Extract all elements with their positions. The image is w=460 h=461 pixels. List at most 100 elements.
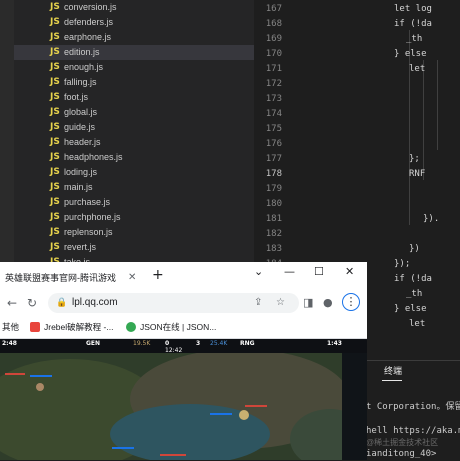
maximize-button[interactable]: ☐ xyxy=(314,265,324,279)
file-item[interactable]: JS main.js xyxy=(14,180,254,195)
file-name: conversion.js xyxy=(64,2,117,12)
file-item[interactable]: JS header.js xyxy=(14,135,254,150)
code-line[interactable]: let xyxy=(409,62,425,77)
browser-tab[interactable]: 英雄联盟赛事官网-腾讯游戏 ✕ xyxy=(0,266,144,291)
tab-strip: 英雄联盟赛事官网-腾讯游戏 ✕ + ⌄ — ☐ ✕ xyxy=(0,262,367,291)
file-item[interactable]: JS edition.js xyxy=(14,45,254,60)
js-file-icon: JS xyxy=(50,227,60,237)
profile-icon[interactable]: ● xyxy=(323,296,333,310)
bookmark-json[interactable]: JSON在线 | JSON... xyxy=(140,321,216,333)
line-number: 170 xyxy=(265,49,282,59)
browser-window[interactable]: 英雄联盟赛事官网-腾讯游戏 ✕ + ⌄ — ☐ ✕ ← ↻ 🔒 lpl.qq.c… xyxy=(0,262,367,460)
file-name: guide.js xyxy=(64,122,96,132)
url-text[interactable]: lpl.qq.com xyxy=(72,297,118,309)
line-number: 175 xyxy=(265,124,282,134)
file-item[interactable]: JS purchase.js xyxy=(14,195,254,210)
close-window-button[interactable]: ✕ xyxy=(345,265,354,279)
file-item[interactable]: JS replenson.js xyxy=(14,225,254,240)
team-right-name: RNG xyxy=(240,340,255,347)
file-item[interactable]: JS headphones.js xyxy=(14,150,254,165)
line-number: 174 xyxy=(265,109,282,119)
indent-guide xyxy=(423,60,424,180)
js-file-icon: JS xyxy=(50,122,60,132)
line-number: 167 xyxy=(265,4,282,14)
bookmark-star-icon[interactable]: ☆ xyxy=(276,296,285,310)
back-icon[interactable]: ← xyxy=(7,295,17,311)
file-name: global.js xyxy=(64,107,98,117)
watermark: @稀土掘金技术社区 xyxy=(366,438,439,447)
bookmark-jrebel[interactable]: Jrebel破解教程 -... xyxy=(44,321,113,333)
file-name: purchphone.js xyxy=(64,212,121,222)
team-right-gold: 25.4K xyxy=(210,340,228,347)
bookmark-favicon xyxy=(126,322,136,332)
file-item[interactable]: JS purchphone.js xyxy=(14,210,254,225)
js-file-icon: JS xyxy=(50,17,60,27)
js-file-icon: JS xyxy=(50,32,60,42)
js-file-icon: JS xyxy=(50,137,60,147)
game-broadcast-scene[interactable] xyxy=(0,339,367,460)
code-line[interactable]: } else xyxy=(394,302,427,317)
terminal-line: hell https://aka.ms/ xyxy=(366,426,460,436)
side-panel-icon[interactable]: ◨ xyxy=(303,296,313,310)
minimize-button[interactable]: — xyxy=(284,265,295,279)
file-name: foot.js xyxy=(64,92,89,102)
file-name: headphones.js xyxy=(64,152,123,162)
line-number: 169 xyxy=(265,34,282,44)
file-name: take.js xyxy=(64,257,91,262)
file-name: header.js xyxy=(64,137,101,147)
file-item[interactable]: JS loding.js xyxy=(14,165,254,180)
file-item[interactable]: JS revert.js xyxy=(14,240,254,255)
kebab-menu-icon[interactable]: ⋮ xyxy=(342,293,360,311)
file-explorer: JS conversion.js JS defenders.js JS earphone.… xyxy=(14,0,254,262)
broadcast-time-left: 2:48 xyxy=(2,340,17,347)
activity-bar xyxy=(0,0,14,262)
file-item[interactable]: JS falling.js xyxy=(14,75,254,90)
file-name: purchase.js xyxy=(64,197,111,207)
close-tab-icon[interactable]: ✕ xyxy=(128,272,136,284)
file-item[interactable]: JS enough.js xyxy=(14,60,254,75)
active-tab-indicator xyxy=(382,380,402,381)
reload-icon[interactable]: ↻ xyxy=(27,295,37,311)
js-file-icon: JS xyxy=(50,197,60,207)
tab-terminal[interactable]: 终端 xyxy=(384,365,402,377)
file-item[interactable]: JS guide.js xyxy=(14,120,254,135)
code-line[interactable]: }). xyxy=(423,212,439,227)
team-left-gold: 19.5K xyxy=(133,340,151,347)
js-file-icon: JS xyxy=(50,2,60,12)
share-icon[interactable]: ⇪ xyxy=(254,296,262,310)
code-line[interactable]: }; xyxy=(409,152,420,167)
address-bar[interactable]: 🔒 lpl.qq.com ⇪ ☆ xyxy=(48,293,299,313)
file-item[interactable]: JS conversion.js xyxy=(14,0,254,15)
file-item[interactable]: JS take.js xyxy=(14,255,254,262)
lock-icon[interactable]: 🔒 xyxy=(56,297,67,309)
file-item[interactable]: JS global.js xyxy=(14,105,254,120)
browser-toolbar: ← ↻ 🔒 lpl.qq.com ⇪ ☆ ◨ ● ⋮ xyxy=(0,291,367,318)
js-file-icon: JS xyxy=(50,47,60,57)
file-name: enough.js xyxy=(64,62,104,72)
code-line[interactable]: _th xyxy=(406,287,422,302)
code-line[interactable]: RNF xyxy=(409,167,425,182)
file-item[interactable]: JS earphone.js xyxy=(14,30,254,45)
js-file-icon: JS xyxy=(50,182,60,192)
line-number: 182 xyxy=(265,229,282,239)
file-name: edition.js xyxy=(64,47,100,57)
code-line[interactable]: let xyxy=(409,317,425,332)
js-file-icon: JS xyxy=(50,77,60,87)
code-line[interactable]: }) xyxy=(409,242,420,257)
code-line[interactable]: _th xyxy=(406,32,422,47)
code-line[interactable]: } else xyxy=(394,47,427,62)
page-viewport[interactable]: 2:48 GEN 19.5K 0 3 25.4K RNG 12:42 1:43 xyxy=(0,339,367,460)
new-tab-button[interactable]: + xyxy=(152,267,164,283)
chevron-down-icon[interactable]: ⌄ xyxy=(254,265,263,279)
bookmark-other[interactable]: 其他 xyxy=(2,321,19,333)
team-left-name: GEN xyxy=(86,340,101,347)
code-line[interactable]: let log xyxy=(394,2,432,17)
file-item[interactable]: JS foot.js xyxy=(14,90,254,105)
code-line[interactable]: if (!da xyxy=(394,17,432,32)
line-number: 173 xyxy=(265,94,282,104)
file-name: revert.js xyxy=(64,242,97,252)
line-number: 178 xyxy=(265,169,282,179)
code-line[interactable]: if (!da xyxy=(394,272,432,287)
file-item[interactable]: JS defenders.js xyxy=(14,15,254,30)
code-line[interactable]: }); xyxy=(394,257,410,272)
